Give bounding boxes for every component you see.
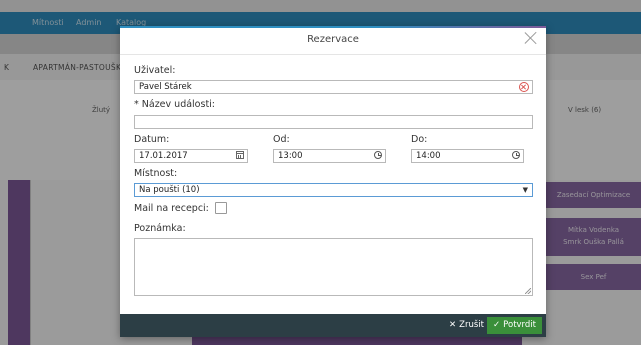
clock-icon[interactable] (512, 151, 520, 159)
resize-handle[interactable] (525, 288, 531, 294)
clock-icon[interactable] (374, 151, 382, 159)
calendar-icon[interactable] (236, 151, 244, 159)
room-value: Na poušti (10) (139, 185, 200, 195)
check-icon: ✓ (493, 320, 501, 330)
note-label: Poznámka: (134, 223, 186, 234)
note-textarea[interactable] (134, 238, 533, 296)
from-label: Od: (273, 134, 290, 145)
chevron-down-icon[interactable]: ▼ (523, 184, 528, 196)
mail-checkbox[interactable] (215, 202, 227, 214)
event-name-label: * Název události: (134, 99, 216, 110)
dialog-footer: ✕ Zrušit ✓ Potvrdit (120, 314, 546, 337)
time-from-value: 13:00 (278, 151, 303, 161)
reservation-dialog: Rezervace Uživatel: Pavel Stárek * Název… (120, 26, 546, 337)
cancel-button[interactable]: ✕ Zrušit (443, 317, 490, 334)
user-value: Pavel Stárek (139, 82, 192, 92)
confirm-button[interactable]: ✓ Potvrdit (487, 317, 542, 334)
mail-label: Mail na recepci: (134, 203, 209, 214)
dialog-header: Rezervace (120, 28, 546, 55)
confirm-label: Potvrdit (503, 320, 536, 330)
dialog-title: Rezervace (307, 34, 359, 45)
to-label: Do: (411, 134, 428, 145)
time-from-field[interactable]: 13:00 (273, 149, 386, 163)
time-to-field[interactable]: 14:00 (411, 149, 524, 163)
date-label: Datum: (134, 134, 170, 145)
event-name-input[interactable] (134, 115, 533, 129)
room-select[interactable]: Na poušti (10) ▼ (134, 183, 533, 197)
date-value: 17.01.2017 (139, 151, 188, 161)
date-field[interactable]: 17.01.2017 (134, 149, 248, 163)
user-field[interactable]: Pavel Stárek (134, 80, 533, 94)
time-to-value: 14:00 (416, 151, 441, 161)
room-label: Místnost: (134, 168, 178, 179)
close-icon: ✕ (449, 320, 457, 330)
close-icon[interactable] (523, 30, 539, 46)
cancel-label: Zrušit (459, 320, 484, 330)
clear-icon[interactable] (519, 82, 529, 92)
user-label: Uživatel: (134, 65, 176, 76)
